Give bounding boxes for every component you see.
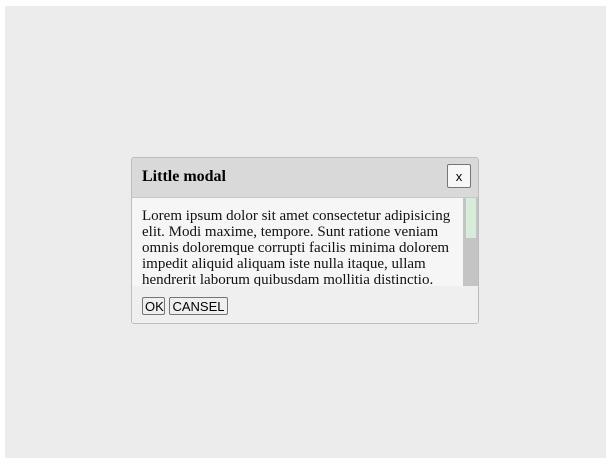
modal-footer: OK CANSEL <box>132 286 478 323</box>
modal-body[interactable]: Lorem ipsum dolor sit amet consectetur a… <box>132 198 478 286</box>
modal-body-text: Lorem ipsum dolor sit amet consectetur a… <box>142 208 451 286</box>
modal-title: Little modal <box>142 168 226 185</box>
modal-dialog: Little modal x Lorem ipsum dolor sit ame… <box>131 157 479 324</box>
ok-button[interactable]: OK <box>142 297 165 315</box>
scrollbar-thumb[interactable] <box>466 198 476 238</box>
cancel-button[interactable]: CANSEL <box>169 297 228 315</box>
modal-header: Little modal x <box>132 158 478 198</box>
close-button[interactable]: x <box>447 164 471 188</box>
body-scrollbar[interactable] <box>463 198 478 286</box>
page-background: Little modal x Lorem ipsum dolor sit ame… <box>5 6 606 458</box>
